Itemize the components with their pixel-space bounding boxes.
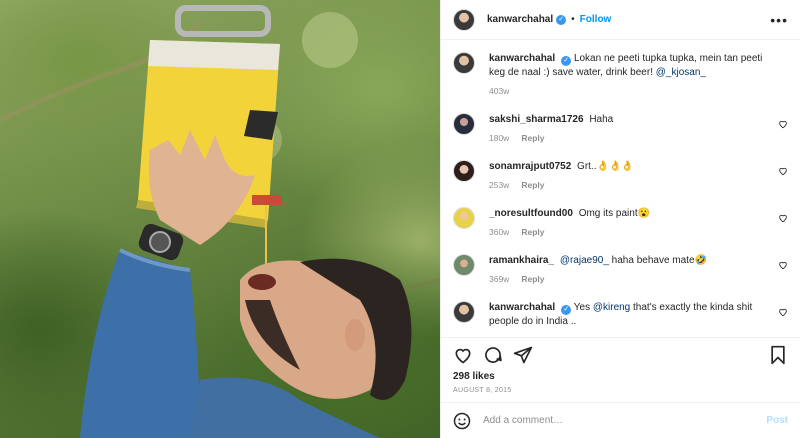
comment-item: sakshi_sharma1726 Haha 180w Reply (453, 113, 788, 145)
heart-icon[interactable] (778, 213, 788, 223)
comment-mention[interactable]: @kireng (593, 302, 630, 313)
post-date: AUGUST 8, 2015 (453, 387, 512, 394)
commenter-avatar[interactable] (453, 207, 475, 229)
comment-text: haha behave mate🤣 (608, 255, 707, 266)
comment-time: 180w (489, 133, 510, 143)
caption-mention[interactable]: @_kjosan_ (656, 67, 706, 78)
heart-icon[interactable] (778, 119, 788, 129)
commenter-avatar[interactable] (453, 160, 475, 182)
man-head (240, 258, 412, 400)
heart-icon[interactable] (778, 307, 788, 317)
comment-composer: Post (441, 402, 800, 438)
commenter-username[interactable]: ramankhaira_ (489, 255, 554, 266)
comment-text: Omg its paint😮 (578, 208, 651, 219)
comment-time: 253w (489, 180, 510, 190)
comment-input[interactable] (483, 415, 767, 426)
emoji-icon[interactable] (453, 412, 471, 430)
caption-avatar[interactable] (453, 52, 475, 74)
reply-button[interactable]: Reply (521, 133, 544, 143)
comments-list[interactable]: kanwarchahal ✓ Lokan ne peeti tupka tupka… (441, 40, 800, 337)
comment-text: Haha (589, 114, 614, 125)
more-options-icon[interactable]: ••• (770, 12, 788, 28)
comment-time: 369w (489, 274, 510, 284)
caption-username[interactable]: kanwarchahal (489, 53, 555, 64)
author-avatar[interactable] (453, 8, 475, 31)
verified-badge-icon: ✓ (561, 305, 572, 315)
photo-illustration (0, 5, 440, 438)
post-header: kanwarchahal ✓ • Follow ••• (441, 0, 800, 40)
follow-button[interactable]: Follow (580, 14, 612, 25)
caption-time: 403w (489, 86, 510, 96)
post-button[interactable]: Post (766, 415, 788, 426)
post-actions (441, 337, 800, 371)
reply-button[interactable]: Reply (521, 274, 544, 284)
caption: kanwarchahal ✓ Lokan ne peeti tupka tupka… (453, 52, 788, 98)
heart-icon[interactable] (778, 166, 788, 176)
heart-icon[interactable] (778, 260, 788, 270)
reply-button[interactable]: Reply (521, 180, 544, 190)
commenter-avatar[interactable] (453, 254, 475, 276)
reply-button[interactable]: Reply (521, 227, 544, 237)
commenter-username[interactable]: sakshi_sharma1726 (489, 114, 584, 125)
comment-icon[interactable] (483, 345, 503, 365)
author-username[interactable]: kanwarchahal (487, 14, 553, 25)
verified-badge-icon: ✓ (556, 14, 567, 25)
heart-icon[interactable] (453, 345, 473, 365)
commenter-username[interactable]: sonamrajput0752 (489, 161, 571, 172)
post-side-panel: kanwarchahal ✓ • Follow ••• kanwarchahal… (440, 0, 800, 438)
commenter-username[interactable]: _noresultfound00 (489, 208, 573, 219)
share-icon[interactable] (513, 345, 533, 365)
comment-time: 360w (489, 227, 510, 237)
likes-count[interactable]: 298 likes (441, 371, 800, 382)
comment-item: ramankhaira_ @rajae90_ haha behave mate🤣… (453, 254, 788, 286)
comment-prefix: Yes (573, 302, 593, 313)
verified-badge-icon: ✓ (561, 56, 572, 66)
comment-item: kanwarchahal ✓ Yes @kireng that's exactly… (453, 301, 788, 327)
comment-item: sonamrajput0752 Grt..👌👌👌 253w Reply (453, 160, 788, 192)
commenter-avatar[interactable] (453, 113, 475, 135)
comment-item: _noresultfound00 Omg its paint😮 360w Repl… (453, 207, 788, 239)
post-photo[interactable] (0, 0, 440, 438)
commenter-username[interactable]: kanwarchahal (489, 302, 555, 313)
bookmark-icon[interactable] (768, 345, 788, 365)
separator-dot: • (571, 14, 575, 25)
comment-mention[interactable]: @rajae90_ (560, 255, 609, 266)
commenter-avatar[interactable] (453, 301, 475, 323)
comment-text: Grt..👌👌👌 (577, 161, 634, 172)
